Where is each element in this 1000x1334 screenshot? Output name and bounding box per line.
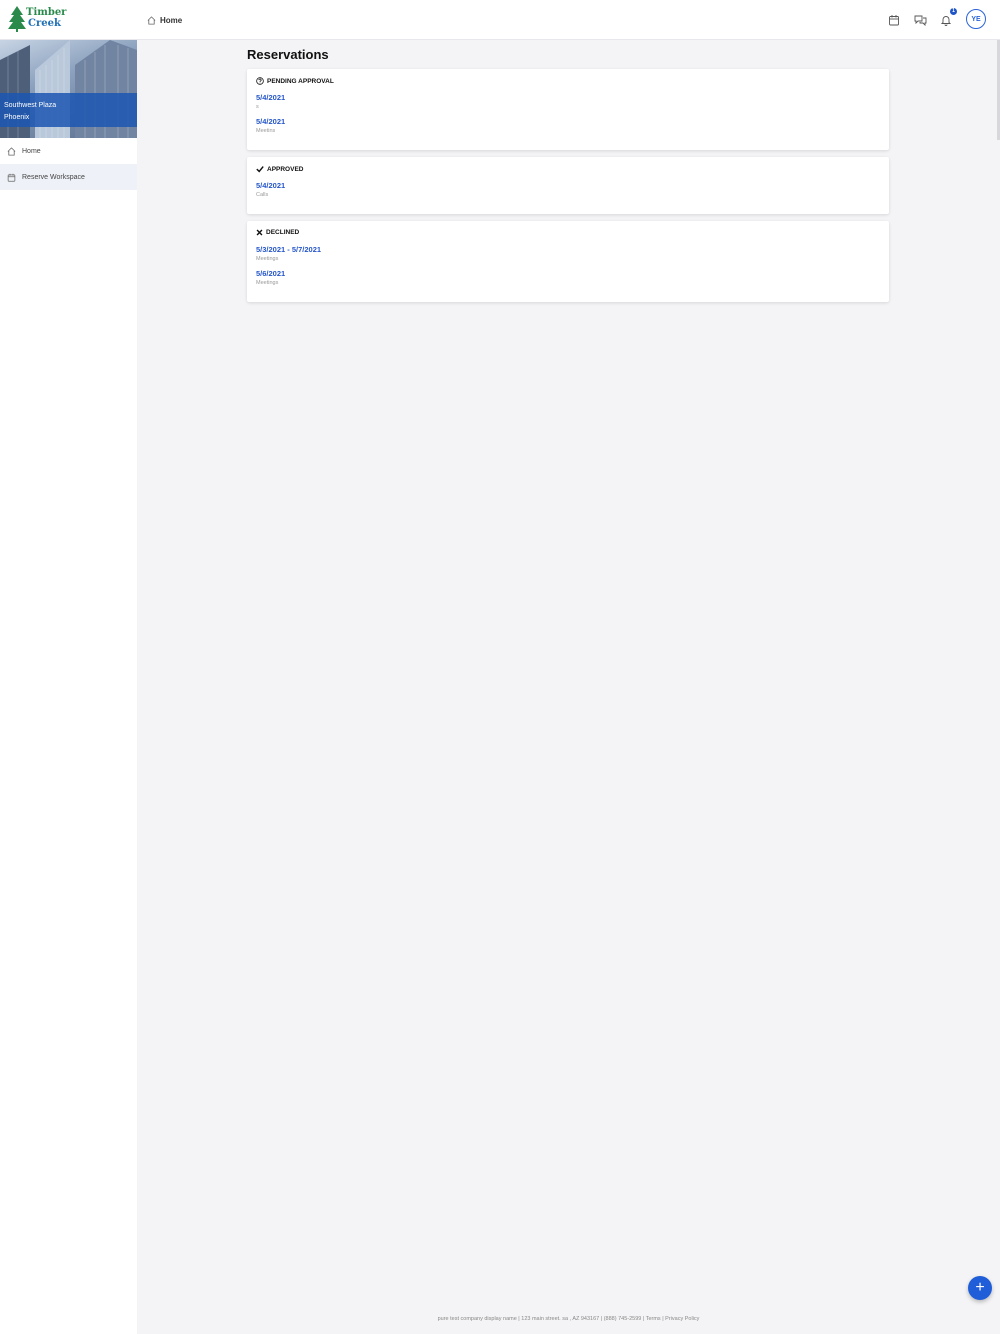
check-icon [256,166,264,173]
breadcrumb-home: Home [160,15,183,25]
reservation-date[interactable]: 5/4/2021 [256,117,285,126]
location-city: Phoenix [4,114,30,121]
reservation-item[interactable]: 5/4/2021 Calls [256,181,285,198]
reservation-type: Meetins [256,128,276,134]
chat-icon [914,15,927,27]
reservation-type: Meetings [256,280,279,286]
reservation-item[interactable]: 5/4/2021 Meetins [256,117,285,134]
page-title: Reservations [247,47,329,62]
location-banner: Southwest Plaza Phoenix [0,40,137,138]
section-label: APPROVED [267,165,304,173]
home-icon [147,15,156,25]
reservation-date[interactable]: 5/6/2021 [256,269,285,278]
reservation-item[interactable]: 5/3/2021 - 5/7/2021 Meetings [256,245,321,262]
breadcrumb[interactable]: Home [147,13,182,27]
logo-text-line1: Timber [26,7,67,18]
section-header: DECLINED [256,229,299,236]
reservation-type: s [256,104,259,110]
logo-text-line2: Creek [28,18,61,29]
header-actions: 1 YE [888,8,986,29]
bell-icon [940,16,952,26]
sidebar-item-label: Reserve Workspace [22,173,85,181]
calendar-icon [889,15,899,26]
x-icon [256,229,263,236]
pending-approval-card: PENDING APPROVAL 5/4/2021 s 5/4/2021 Mee… [247,69,889,150]
section-label: PENDING APPROVAL [267,77,334,85]
reservation-date[interactable]: 5/4/2021 [256,93,285,102]
reservation-type: Calls [256,192,269,198]
approved-card: APPROVED 5/4/2021 Calls [247,157,889,214]
section-header: APPROVED [256,165,303,173]
home-icon [7,146,16,156]
location-name: Southwest Plaza [4,102,57,109]
reservation-item[interactable]: 5/6/2021 Meetings [256,269,285,286]
top-header: Timber Creek Home 1 YE [0,0,1000,40]
reservation-type: Meetings [256,256,279,262]
sidebar-item-label: Home [22,147,41,155]
calendar-icon [7,173,16,182]
question-circle-icon [256,77,264,85]
notifications-button[interactable]: 1 [940,8,957,26]
add-reservation-button[interactable]: + [968,1276,992,1300]
location-overlay [0,93,137,127]
sidebar-item-home[interactable]: Home [0,138,137,164]
reservation-item[interactable]: 5/4/2021 s [256,93,285,110]
sidebar: Southwest Plaza Phoenix Home Reserve Wor… [0,40,137,1334]
declined-card: DECLINED 5/3/2021 - 5/7/2021 Meetings 5/… [247,221,889,302]
footer-text: pure test company display name | 123 mai… [437,1316,700,1322]
user-avatar[interactable]: YE [966,9,986,29]
tree-logo-icon [8,6,26,32]
sidebar-item-reserve-workspace[interactable]: Reserve Workspace [0,164,137,190]
timber-creek-logo[interactable]: Timber Creek [8,6,66,34]
messages-button[interactable] [914,13,927,27]
notification-badge: 1 [950,8,957,15]
reservation-date[interactable]: 5/4/2021 [256,181,285,190]
section-header: PENDING APPROVAL [256,77,334,85]
section-label: DECLINED [266,229,300,236]
calendar-button[interactable] [888,13,900,26]
reservation-date[interactable]: 5/3/2021 - 5/7/2021 [256,245,321,254]
